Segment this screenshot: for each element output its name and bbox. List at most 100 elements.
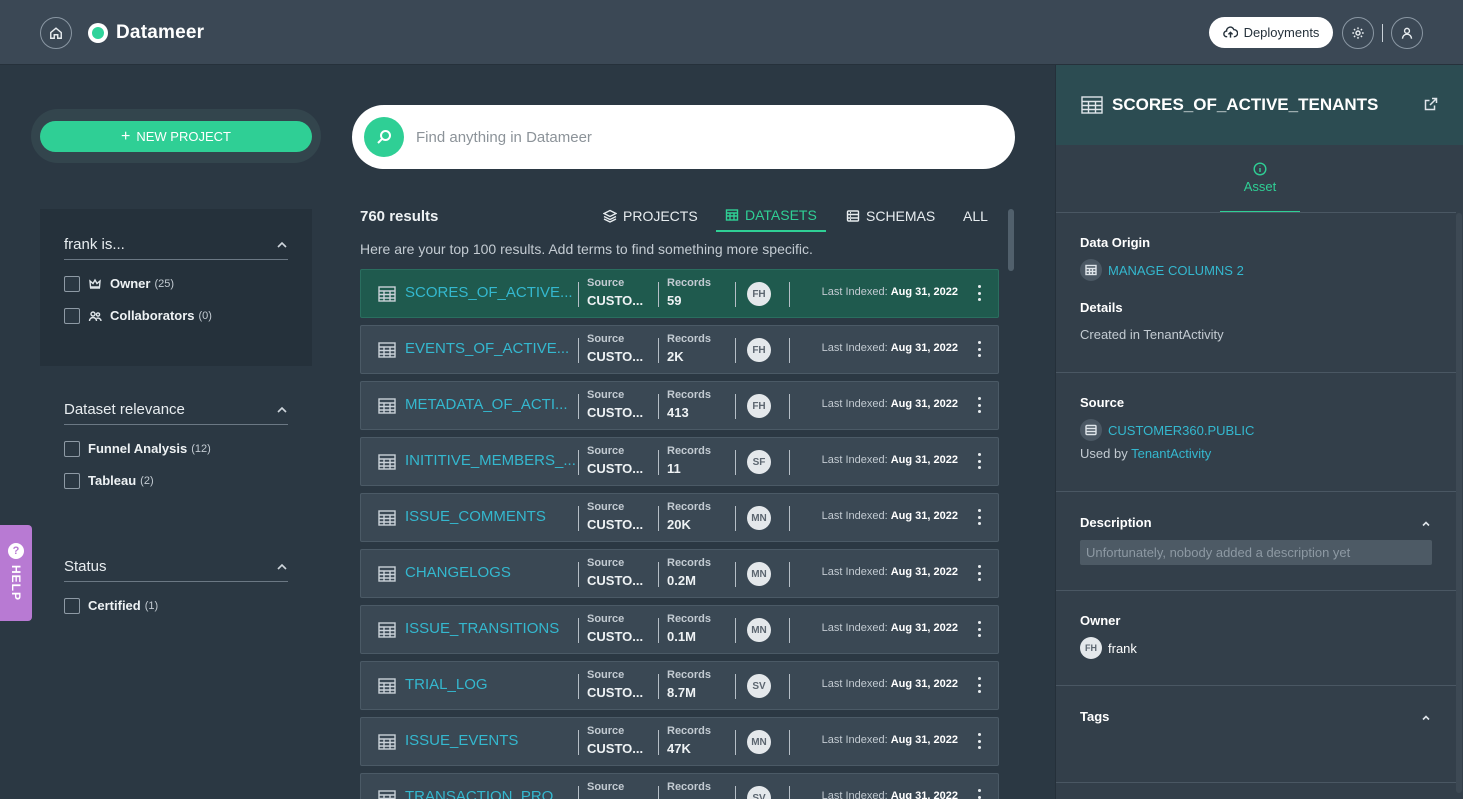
dataset-name-link[interactable]: ISSUE_COMMENTS	[405, 508, 575, 525]
more-options-icon[interactable]	[977, 789, 981, 799]
user-menu-button[interactable]	[1391, 17, 1423, 49]
records-value: 20K	[667, 517, 691, 532]
more-options-icon[interactable]	[977, 285, 981, 301]
table-icon	[378, 678, 396, 694]
column-divider	[578, 786, 579, 799]
column-divider	[578, 674, 579, 699]
funnel-analysis-checkbox[interactable]	[64, 440, 80, 457]
table-row[interactable]: ISSUE_EVENTS Source CUSTO... Records 47K MN La…	[360, 717, 999, 766]
search-button[interactable]	[364, 117, 404, 157]
last-indexed: Last Indexed: Aug 31, 2022	[822, 566, 958, 578]
app-logo[interactable]: Datameer	[88, 22, 204, 44]
tab-all[interactable]: ALL	[963, 200, 988, 232]
collaborators-checkbox[interactable]	[64, 307, 80, 324]
table-row[interactable]: METADATA_OF_ACTI... Source CUSTO... Records…	[360, 381, 999, 430]
filter-item-owner[interactable]: Owner (25)	[64, 275, 288, 292]
more-options-icon[interactable]	[977, 453, 981, 469]
filter-item-certified[interactable]: Certified (1)	[64, 597, 288, 614]
more-options-icon[interactable]	[977, 621, 981, 637]
dataset-name-link[interactable]: TRIAL_LOG	[405, 676, 575, 693]
help-tab[interactable]: ? HELP	[0, 525, 32, 621]
last-indexed-label: Last Indexed:	[821, 566, 888, 578]
dataset-name-link[interactable]: METADATA_OF_ACTI...	[405, 396, 575, 413]
records-label: Records	[667, 501, 712, 513]
filter-item-count: (1)	[144, 599, 159, 612]
dataset-name-link[interactable]: EVENTS_OF_ACTIVE...	[405, 340, 575, 357]
filter-item-funnel-analysis[interactable]: Funnel Analysis (12)	[64, 440, 288, 457]
source-link[interactable]: CUSTOMER360.PUBLIC	[1080, 419, 1254, 441]
records-value: 8.7M	[667, 685, 696, 700]
filter-item-count: (2)	[140, 474, 154, 487]
table-row[interactable]: EVENTS_OF_ACTIVE... Source CUSTO... Records…	[360, 325, 999, 374]
search-bar[interactable]	[352, 105, 1015, 169]
last-indexed-value: Aug 31, 2022	[890, 454, 958, 466]
source-value: CUSTOMER360.PUBLIC	[1108, 422, 1255, 438]
chevron-up-icon[interactable]	[1421, 519, 1431, 529]
dataset-name-link[interactable]: SCORES_OF_ACTIVE...	[405, 284, 575, 301]
used-by-link[interactable]: TenantActivity	[1131, 446, 1211, 461]
table-icon	[378, 566, 396, 582]
more-options-icon[interactable]	[977, 509, 981, 525]
dataset-name-link[interactable]: ISSUE_EVENTS	[405, 732, 575, 749]
created-in-value: TenantActivity	[1143, 327, 1224, 342]
tab-schemas[interactable]: SCHEMAS	[846, 200, 935, 232]
source-value: CUSTO...	[587, 629, 644, 644]
filter-item-collaborators[interactable]: Collaborators (0)	[64, 307, 288, 324]
filter-group-header[interactable]: Status	[64, 552, 288, 582]
more-options-icon[interactable]	[977, 733, 981, 749]
external-link-icon[interactable]	[1424, 97, 1438, 111]
results-scrollbar[interactable]	[1008, 209, 1014, 271]
data-origin-link[interactable]: MANAGE COLUMNS 2	[1080, 259, 1244, 281]
records-label: Records	[667, 277, 712, 289]
used-by-label: Used by	[1080, 446, 1128, 461]
column-divider	[735, 282, 736, 307]
column-divider	[735, 618, 736, 643]
avatar: SF	[747, 450, 771, 474]
more-options-icon[interactable]	[977, 677, 981, 693]
dataset-name-link[interactable]: CHANGELOGS	[405, 564, 575, 581]
last-indexed-label: Last Indexed:	[821, 510, 888, 522]
avatar: SV	[747, 674, 771, 698]
table-row[interactable]: CHANGELOGS Source CUSTO... Records 0.2M MN Las…	[360, 549, 999, 598]
tab-label: DATASETS	[745, 207, 817, 223]
home-button[interactable]	[40, 17, 72, 49]
more-options-icon[interactable]	[977, 397, 981, 413]
new-project-button[interactable]: + NEW PROJECT	[40, 121, 312, 152]
certified-checkbox[interactable]	[64, 597, 80, 614]
table-row[interactable]: TRANSACTION_PRO... Source Records SV Last In…	[360, 773, 999, 799]
datameer-logo-icon	[88, 23, 108, 43]
dataset-name-link[interactable]: INITITIVE_MEMBERS_...	[405, 452, 575, 469]
help-label: HELP	[9, 565, 23, 602]
tab-asset[interactable]: Asset	[1220, 160, 1300, 213]
table-row[interactable]: ISSUE_TRANSITIONS Source CUSTO... Records 0.…	[360, 605, 999, 654]
search-input[interactable]	[416, 128, 976, 146]
table-row[interactable]: ISSUE_COMMENTS Source CUSTO... Records 20K MN…	[360, 493, 999, 542]
question-icon: ?	[8, 543, 24, 559]
filter-item-tableau[interactable]: Tableau (2)	[64, 472, 288, 489]
owner-checkbox[interactable]	[64, 275, 80, 292]
description-field[interactable]: Unfortunately, nobody added a descriptio…	[1080, 540, 1432, 565]
tab-datasets[interactable]: DATASETS	[716, 200, 826, 232]
more-options-icon[interactable]	[977, 341, 981, 357]
home-icon	[50, 27, 62, 39]
last-indexed-label: Last Indexed:	[821, 286, 888, 298]
filter-group-header[interactable]: Dataset relevance	[64, 395, 288, 425]
filter-group-header[interactable]: frank is...	[64, 230, 288, 260]
column-divider	[658, 730, 659, 755]
tab-projects[interactable]: PROJECTS	[603, 200, 698, 232]
settings-button[interactable]	[1342, 17, 1374, 49]
avatar: MN	[747, 730, 771, 754]
tableau-checkbox[interactable]	[64, 472, 80, 489]
chevron-up-icon[interactable]	[1421, 713, 1431, 723]
detail-scrollbar[interactable]	[1456, 213, 1462, 793]
table-row[interactable]: TRIAL_LOG Source CUSTO... Records 8.7M SV Last…	[360, 661, 999, 710]
dataset-name-link[interactable]: ISSUE_TRANSITIONS	[405, 620, 575, 637]
table-row[interactable]: SCORES_OF_ACTIVE... Source CUSTO... Records…	[360, 269, 999, 318]
column-divider	[789, 282, 790, 307]
column-divider	[658, 562, 659, 587]
table-row[interactable]: INITITIVE_MEMBERS_... Source CUSTO... Recor…	[360, 437, 999, 486]
dataset-name-link[interactable]: TRANSACTION_PRO...	[405, 788, 575, 799]
source-label: Source	[587, 501, 625, 513]
more-options-icon[interactable]	[977, 565, 981, 581]
deployments-button[interactable]: Deployments	[1209, 17, 1333, 48]
